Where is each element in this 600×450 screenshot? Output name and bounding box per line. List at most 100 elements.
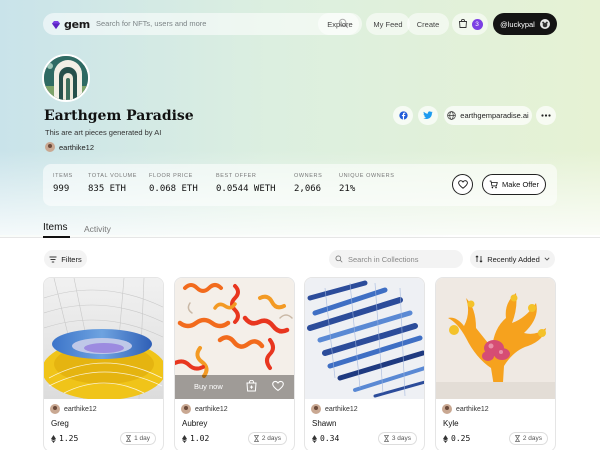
cart-button[interactable]: 3	[452, 13, 488, 35]
card-owner[interactable]: earthike12	[311, 404, 358, 414]
nav-create-button[interactable]: Create	[407, 13, 449, 35]
owner-avatar	[442, 404, 452, 414]
time-value: 2 days	[522, 435, 542, 442]
collection-stats: Items 999 Total Volume 835 ETH Floor Pri…	[43, 164, 557, 206]
hourglass-icon	[253, 435, 259, 442]
nav-explore-button[interactable]: Explore	[318, 13, 362, 35]
tabs-divider	[0, 237, 600, 238]
creator-avatar	[45, 142, 55, 152]
stat-label: Floor Price	[149, 173, 193, 179]
stat-total-volume: Total Volume 835 ETH	[88, 173, 137, 194]
nft-image[interactable]	[305, 278, 424, 399]
active-tab-indicator	[43, 236, 70, 238]
stat-items: Items 999	[53, 173, 73, 194]
cart-icon	[458, 19, 467, 28]
stat-best-offer: Best Offer 0.0544 WETH	[216, 173, 276, 194]
more-options-button[interactable]	[536, 106, 556, 125]
search-icon	[335, 255, 343, 263]
buy-now-button[interactable]: Buy now	[194, 382, 223, 391]
time-badge: 2 days	[508, 432, 548, 445]
card-owner[interactable]: earthike12	[442, 404, 489, 414]
nft-price: 1.02	[182, 434, 209, 443]
filter-icon	[49, 256, 57, 262]
cart-count-badge: 3	[471, 18, 483, 30]
collection-search-placeholder: Search in Collections	[348, 254, 419, 264]
nft-price: 0.25	[443, 434, 470, 443]
ethereum-icon	[51, 434, 56, 443]
filters-button[interactable]: Filters	[44, 250, 87, 268]
twitter-button[interactable]	[418, 106, 438, 125]
stat-value: 2,066	[294, 184, 322, 194]
price-value: 1.02	[190, 434, 210, 443]
hourglass-icon	[514, 435, 520, 442]
nft-card[interactable]: earthike12 Shawn 0.34 3 days	[304, 277, 425, 450]
nft-price: 0.34	[312, 434, 339, 443]
sort-label: Recently Added	[487, 254, 540, 264]
time-value: 3 days	[391, 435, 411, 442]
nft-name: Aubrey	[182, 419, 208, 428]
search-input[interactable]: Search for NFTs, users and more	[96, 19, 206, 28]
tab-items[interactable]: Items	[43, 222, 67, 233]
nft-image[interactable]: Buy now	[175, 278, 294, 399]
time-badge: 1 day	[120, 432, 156, 445]
owner-name: earthike12	[195, 405, 228, 413]
nav-my-feed-button[interactable]: My Feed	[366, 13, 410, 35]
card-owner[interactable]: earthike12	[50, 404, 97, 414]
owner-avatar	[50, 404, 60, 414]
owner-name: earthike12	[64, 405, 97, 413]
nft-name: Shawn	[312, 419, 337, 428]
twitter-icon	[423, 111, 433, 119]
make-offer-button[interactable]: Make Offer	[482, 174, 546, 195]
collection-creator[interactable]: earthike12	[45, 142, 94, 152]
tab-activity[interactable]: Activity	[84, 224, 111, 234]
nft-name: Kyle	[443, 419, 459, 428]
collection-avatar	[42, 54, 90, 102]
buy-overlay: Buy now	[175, 375, 294, 399]
cart-icon	[489, 180, 498, 189]
blue-feathers-art	[305, 278, 424, 399]
facebook-icon	[398, 111, 408, 120]
card-owner[interactable]: earthike12	[181, 404, 228, 414]
sort-dropdown[interactable]: Recently Added	[470, 250, 555, 268]
account-button[interactable]: @luckypal	[493, 13, 557, 35]
logo[interactable]: gem	[51, 18, 90, 31]
chevron-down-icon	[544, 257, 550, 261]
price-value: 0.25	[451, 434, 471, 443]
owner-avatar	[181, 404, 191, 414]
price-value: 0.34	[320, 434, 340, 443]
nft-image[interactable]	[44, 278, 163, 399]
nft-name: Greg	[51, 419, 69, 428]
hourglass-icon	[126, 435, 132, 442]
owner-name: earthike12	[325, 405, 358, 413]
nft-image[interactable]	[436, 278, 555, 399]
heart-icon	[457, 180, 468, 189]
nft-card[interactable]: earthike12 Greg 1.25 1 day	[43, 277, 164, 450]
stat-label: Total Volume	[88, 173, 137, 179]
favorite-button[interactable]	[452, 174, 473, 195]
website-link[interactable]: earthgemparadise.ai	[444, 106, 532, 125]
stat-owners: Owners 2,066	[294, 173, 322, 194]
owner-avatar	[311, 404, 321, 414]
coral-sculpture-art	[436, 278, 555, 399]
more-icon	[541, 114, 551, 117]
abstract-rings-art	[44, 278, 163, 399]
ethereum-icon	[182, 434, 187, 443]
nft-price: 1.25	[51, 434, 78, 443]
add-to-cart-icon[interactable]	[246, 380, 257, 392]
stat-value: 835 ETH	[88, 184, 126, 194]
stat-value: 21%	[339, 184, 356, 194]
filters-label: Filters	[61, 254, 82, 264]
nft-card[interactable]: earthike12 Kyle 0.25 2 days	[435, 277, 556, 450]
price-value: 1.25	[59, 434, 79, 443]
globe-icon	[447, 111, 457, 120]
account-name: @luckypal	[500, 19, 535, 29]
stat-label: Unique Owners	[339, 173, 395, 179]
time-value: 1 day	[134, 435, 150, 442]
global-search[interactable]: gem Search for NFTs, users and more	[43, 13, 359, 35]
ethereum-icon	[443, 434, 448, 443]
heart-icon[interactable]	[272, 380, 284, 392]
stat-label: Items	[53, 173, 73, 179]
facebook-button[interactable]	[393, 106, 413, 125]
collection-search-input[interactable]: Search in Collections	[329, 250, 463, 268]
nft-card[interactable]: Buy now earthike12 Aubrey 1.02 2 days	[174, 277, 295, 450]
